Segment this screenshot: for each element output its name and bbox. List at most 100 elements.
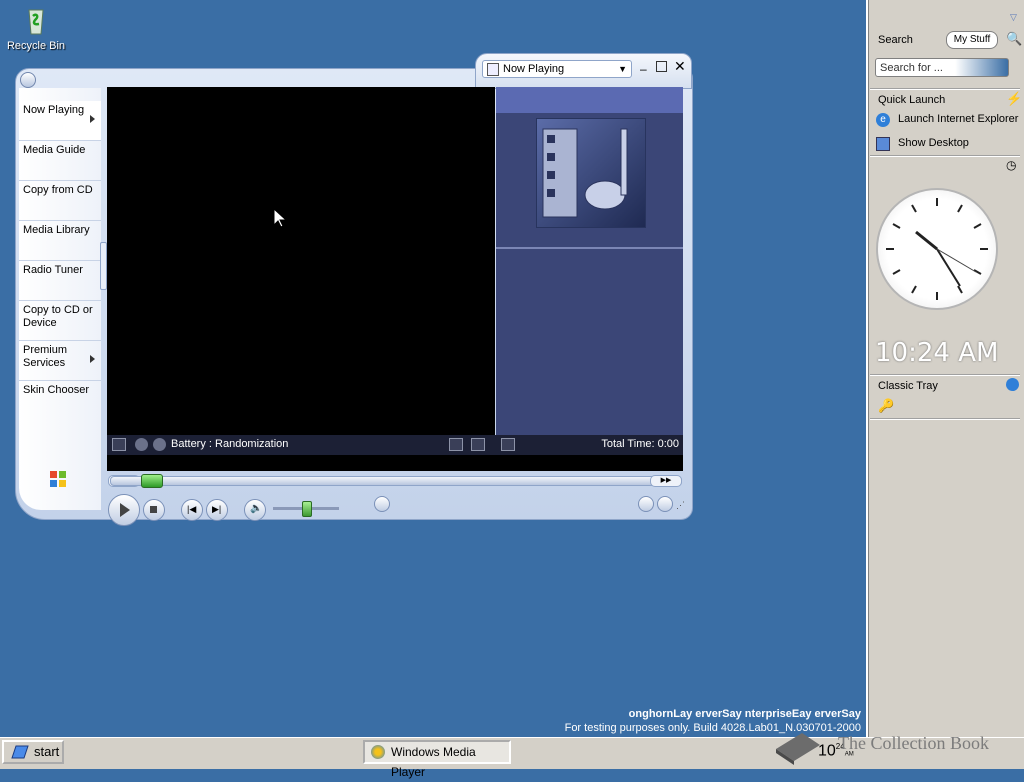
visualization-header (496, 87, 683, 113)
collection-book-watermark: The Collection Book (838, 733, 989, 753)
search-label: Search (878, 34, 913, 46)
now-playing-dropdown-label: Now Playing (503, 63, 565, 75)
taskpane-copy-to-cd[interactable]: Copy to CD or Device (19, 301, 101, 341)
now-playing-dropdown[interactable]: Now Playing ▼ (482, 60, 632, 78)
windows-flag-icon (10, 744, 30, 760)
taskbar-item-wmp[interactable]: Windows Media Player (363, 740, 511, 779)
resize-grip-icon[interactable]: ⋰ (676, 500, 685, 511)
taskpane-media-library[interactable]: Media Library (19, 221, 101, 261)
show-desktop-icon (876, 137, 890, 151)
wmp-icon (371, 745, 385, 759)
digital-clock-time: 10:24 AM (875, 338, 999, 368)
chevron-down-icon: ▼ (618, 64, 627, 74)
my-stuff-button[interactable]: My Stuff (946, 31, 998, 49)
taskpane-radio-tuner[interactable]: Radio Tuner (19, 261, 101, 301)
quick-launch-label: Quick Launch (878, 94, 946, 106)
video-area[interactable] (107, 87, 495, 435)
stop-icon (150, 506, 157, 513)
volume-slider-thumb[interactable] (302, 501, 312, 517)
page-icon (487, 63, 499, 76)
launch-ie-label: Launch Internet Explorer (898, 113, 1019, 125)
playlist-icon[interactable] (501, 438, 515, 451)
build-line-2: For testing purposes only. Build 4028.La… (564, 722, 861, 734)
taskpane-item-label: Skin Chooser (23, 384, 90, 396)
classic-tray-icon[interactable] (1006, 378, 1019, 391)
taskpane-item-label: Radio Tuner (23, 264, 83, 276)
wmp-titlebar[interactable]: Now Playing ▼ – ✕ (475, 53, 692, 89)
media-info-text: Battery : Randomization (171, 438, 289, 450)
speaker-icon: 🔈 (250, 503, 263, 514)
maximize-button[interactable] (656, 61, 667, 72)
sidebar: ▽ Search 🔍 Quick Launch ⚡ e Launch Inter… (866, 0, 1024, 737)
taskpane-item-label: Premium Services (23, 344, 68, 369)
sidebar-separator (870, 374, 1020, 376)
classic-tray-label: Classic Tray (878, 380, 938, 392)
internet-explorer-icon: e (876, 113, 890, 127)
seek-thumb[interactable] (141, 474, 163, 488)
recycle-bin-label: Recycle Bin (6, 40, 66, 52)
sidebar-separator (870, 88, 1020, 90)
taskpane-toggle-handle[interactable] (100, 242, 107, 290)
prev-info-icon[interactable] (135, 438, 148, 451)
recycle-bin-desktop-icon[interactable]: Recycle Bin (4, 4, 68, 52)
taskpane-item-label: Now Playing (23, 104, 85, 116)
taskpane-item-label: Media Guide (23, 144, 86, 156)
windows-logo-icon (49, 470, 67, 488)
start-label: start (34, 744, 60, 759)
book-logo-icon (772, 727, 824, 765)
search-input[interactable]: Search for ... (875, 58, 1009, 77)
close-button[interactable]: ✕ (674, 58, 686, 75)
next-info-icon[interactable] (153, 438, 166, 451)
video-icon[interactable] (112, 438, 126, 451)
wmp-menu-button[interactable] (20, 72, 36, 88)
taskpane-copy-from-cd[interactable]: Copy from CD (19, 181, 101, 221)
play-button[interactable] (108, 494, 140, 526)
mouse-cursor-icon (273, 207, 288, 231)
sidebar-separator (870, 418, 1020, 420)
total-time: Total Time: 0:00 (601, 438, 679, 450)
visualization-divider (496, 247, 683, 249)
fast-forward-button[interactable]: ▶▶ (650, 475, 682, 487)
keys-icon[interactable]: 🔑 (878, 398, 894, 414)
fit-video-icon[interactable] (449, 438, 463, 451)
taskpane-skin-chooser[interactable]: Skin Chooser (19, 381, 101, 421)
taskpane-media-guide[interactable]: Media Guide (19, 141, 101, 181)
previous-icon: |◀ (187, 504, 197, 514)
play-icon (120, 503, 130, 517)
show-desktop-item[interactable]: Show Desktop (876, 137, 1024, 153)
analog-clock (876, 188, 998, 310)
search-icon[interactable]: 🔍 (1006, 31, 1022, 47)
taskbar-item-label: Windows Media Player (391, 745, 476, 779)
sidebar-separator (870, 155, 1020, 157)
launch-ie-item[interactable]: e Launch Internet Explorer (876, 113, 1024, 129)
previous-button[interactable]: |◀ (181, 499, 203, 521)
build-line-1: onghornLay erverSay nterpriseEay erverSa… (628, 708, 861, 720)
taskpane-premium-services[interactable]: Premium Services (19, 341, 101, 381)
show-desktop-label: Show Desktop (898, 137, 969, 149)
taskpane-item-label: Copy from CD (23, 184, 93, 196)
wmp-taskpane: Now Playing Media Guide Copy from CD Med… (19, 88, 101, 510)
info-bar: Battery : Randomization Total Time: 0:00 (107, 435, 683, 455)
equalizer-button[interactable] (638, 496, 654, 512)
clock-icon[interactable]: ◷ (1006, 158, 1016, 172)
taskpane-now-playing[interactable]: Now Playing (19, 101, 101, 141)
seek-bar[interactable] (110, 476, 682, 486)
skin-mode-button[interactable] (657, 496, 673, 512)
arrow-right-icon (90, 115, 95, 123)
arrow-right-icon (90, 355, 95, 363)
shuffle-button[interactable] (374, 496, 390, 512)
build-watermark: onghornLay erverSay nterpriseEay erverSa… (1, 707, 861, 735)
stop-button[interactable] (143, 499, 165, 521)
lightning-icon: ⚡ (1006, 91, 1023, 106)
start-button[interactable]: start (2, 740, 64, 764)
status-strip (107, 455, 683, 471)
taskpane-item-label: Copy to CD or Device (23, 304, 93, 329)
next-button[interactable]: ▶| (206, 499, 228, 521)
minimize-button[interactable]: – (640, 62, 647, 76)
mute-button[interactable]: 🔈 (244, 499, 266, 521)
album-art (536, 118, 646, 228)
recycle-bin-icon (20, 4, 52, 36)
full-screen-icon[interactable] (471, 438, 485, 451)
sidebar-options-icon[interactable]: ▽ (1010, 12, 1017, 23)
taskpane-item-label: Media Library (23, 224, 90, 236)
